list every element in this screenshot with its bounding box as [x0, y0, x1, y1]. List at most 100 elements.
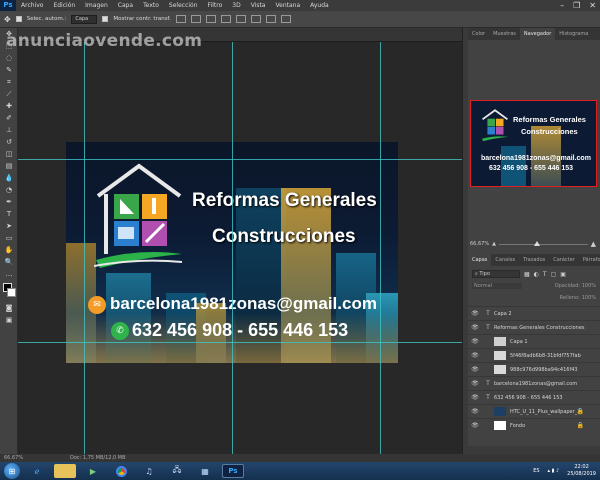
tab-capas[interactable]: Capas: [468, 254, 492, 266]
layer-name[interactable]: HTC_U_11_Plus_wallpaper_2: [510, 409, 580, 415]
photos-icon[interactable]: ▦: [194, 464, 216, 478]
explorer-icon[interactable]: [54, 464, 76, 478]
language-indicator[interactable]: ES: [533, 468, 539, 474]
tab-caracter[interactable]: Carácter: [549, 254, 579, 266]
zoom-level[interactable]: 66,67%: [4, 455, 23, 461]
align-bottom-icon[interactable]: [205, 15, 216, 23]
maximize-icon[interactable]: ❐: [573, 1, 580, 10]
dodge-tool-icon[interactable]: ◔: [0, 184, 18, 196]
filter-kind-dropdown[interactable]: ⌕ Tipo: [472, 270, 520, 278]
minimize-icon[interactable]: –: [560, 1, 564, 10]
filter-pixel-icon[interactable]: ▦: [524, 271, 530, 278]
blend-mode-dropdown[interactable]: Normal: [472, 283, 522, 289]
layer-name[interactable]: 632 456 908 - 655 446 153: [494, 395, 563, 401]
gradient-tool-icon[interactable]: ▤: [0, 160, 18, 172]
clock[interactable]: 22:02 25/08/2019: [567, 464, 596, 478]
ie-icon[interactable]: ℯ: [26, 464, 48, 478]
quick-select-tool-icon[interactable]: ✎: [0, 64, 18, 76]
visibility-eye-icon[interactable]: 👁: [468, 324, 482, 331]
layer-row[interactable]: 👁 T Reformas Generales Construcciones: [468, 320, 600, 334]
layer-name[interactable]: barcelona1981zonas@gmail.com: [494, 381, 577, 387]
visibility-eye-icon[interactable]: 👁: [468, 366, 482, 373]
menu-edicion[interactable]: Edición: [48, 2, 80, 9]
zoom-out-icon[interactable]: ▲: [492, 241, 496, 247]
align-right-icon[interactable]: [250, 15, 261, 23]
menu-3d[interactable]: 3D: [227, 2, 245, 9]
auto-select-checkbox[interactable]: [15, 16, 22, 22]
navigator-zoom-value[interactable]: 66,67%: [470, 241, 489, 247]
eyedropper-tool-icon[interactable]: ⟋: [0, 88, 18, 100]
visibility-eye-icon[interactable]: 👁: [468, 338, 482, 345]
visibility-eye-icon[interactable]: 👁: [468, 380, 482, 387]
filter-adjust-icon[interactable]: ◐: [534, 271, 539, 278]
layer-select-dropdown[interactable]: Capa: [71, 14, 98, 24]
distribute-icon[interactable]: [265, 15, 276, 23]
background-color-swatch[interactable]: [7, 288, 16, 297]
canvas-area[interactable]: Reformas Generales Construcciones ✉ barc…: [18, 42, 462, 454]
opacity-value[interactable]: 100%: [582, 283, 596, 289]
visibility-eye-icon[interactable]: 👁: [468, 310, 482, 317]
layer-name[interactable]: Fondo: [510, 423, 525, 429]
eraser-tool-icon[interactable]: ◫: [0, 148, 18, 160]
filter-smart-icon[interactable]: ▣: [560, 271, 566, 278]
layer-name[interactable]: 988c976d998ba94c416f43: [510, 367, 578, 373]
color-swatches[interactable]: [0, 280, 17, 302]
menu-ventana[interactable]: Ventana: [270, 2, 305, 9]
history-brush-icon[interactable]: ↺: [0, 136, 18, 148]
more-tools-icon[interactable]: …: [0, 268, 18, 280]
shape-tool-icon[interactable]: ▭: [0, 232, 18, 244]
menu-seleccion[interactable]: Selección: [164, 2, 203, 9]
visibility-eye-icon[interactable]: 👁: [468, 394, 482, 401]
crop-tool-icon[interactable]: ⌗: [0, 76, 18, 88]
menu-filtro[interactable]: Filtro: [203, 2, 228, 9]
stamp-tool-icon[interactable]: ⊥: [0, 124, 18, 136]
filter-type-icon[interactable]: T: [543, 271, 547, 278]
layer-row[interactable]: 👁 T Capa 2: [468, 306, 600, 320]
align-center-icon[interactable]: [235, 15, 246, 23]
network-icon[interactable]: 🖧: [166, 464, 188, 478]
layer-row[interactable]: 👁 988c976d998ba94c416f43: [468, 362, 600, 376]
screen-mode-icon[interactable]: ▣: [0, 314, 18, 326]
media-player-icon[interactable]: ▶: [82, 464, 104, 478]
photoshop-taskbar-icon[interactable]: Ps: [222, 464, 244, 478]
filter-shape-icon[interactable]: ▢: [551, 271, 557, 278]
tab-color[interactable]: Color: [468, 28, 489, 40]
guide-vertical[interactable]: [84, 42, 85, 454]
layer-name[interactable]: Capa 1: [510, 339, 528, 345]
layer-row[interactable]: 👁 5f46f8adb6b8-31bfdf757fab: [468, 348, 600, 362]
tray-icons[interactable]: ▴ ▮ ♪: [548, 468, 560, 474]
guide-vertical[interactable]: [232, 42, 233, 454]
layer-row[interactable]: 👁 T 632 456 908 - 655 446 153: [468, 390, 600, 404]
menu-ayuda[interactable]: Ayuda: [305, 2, 334, 9]
menu-archivo[interactable]: Archivo: [16, 2, 48, 9]
menu-imagen[interactable]: Imagen: [80, 2, 113, 9]
align-top-icon[interactable]: [175, 15, 186, 23]
menu-capa[interactable]: Capa: [113, 2, 138, 9]
visibility-eye-icon[interactable]: 👁: [468, 408, 482, 415]
layer-name[interactable]: 5f46f8adb6b8-31bfdf757fab: [510, 353, 581, 359]
tab-parrafo[interactable]: Párrafo: [579, 254, 600, 266]
lasso-tool-icon[interactable]: ◌: [0, 52, 18, 64]
tab-trazados[interactable]: Trazados: [519, 254, 549, 266]
chrome-icon[interactable]: [110, 464, 132, 478]
guide-horizontal[interactable]: [18, 342, 462, 343]
layer-row[interactable]: 👁 Fondo 🔒: [468, 418, 600, 432]
close-icon[interactable]: ✕: [589, 1, 596, 10]
menu-vista[interactable]: Vista: [246, 2, 271, 9]
guide-horizontal[interactable]: [18, 159, 462, 160]
type-tool-icon[interactable]: T: [0, 208, 18, 220]
tab-navegador[interactable]: Navegador: [519, 28, 556, 40]
layer-row[interactable]: 👁 Capa 1: [468, 334, 600, 348]
navigator-zoom-slider[interactable]: [498, 240, 588, 246]
hand-tool-icon[interactable]: ✋: [0, 244, 18, 256]
layer-row[interactable]: 👁 HTC_U_11_Plus_wallpaper_2 🔒: [468, 404, 600, 418]
layer-row[interactable]: 👁 Tbarcelona1981zonas@gmail.com: [468, 376, 600, 390]
visibility-eye-icon[interactable]: 👁: [468, 352, 482, 359]
align-middle-icon[interactable]: [190, 15, 201, 23]
align-left-icon[interactable]: [220, 15, 231, 23]
tab-histograma[interactable]: Histograma: [555, 28, 592, 40]
blur-tool-icon[interactable]: 💧: [0, 172, 18, 184]
visibility-eye-icon[interactable]: 👁: [468, 422, 482, 429]
path-select-tool-icon[interactable]: ➤: [0, 220, 18, 232]
fill-value[interactable]: 100%: [582, 295, 596, 301]
